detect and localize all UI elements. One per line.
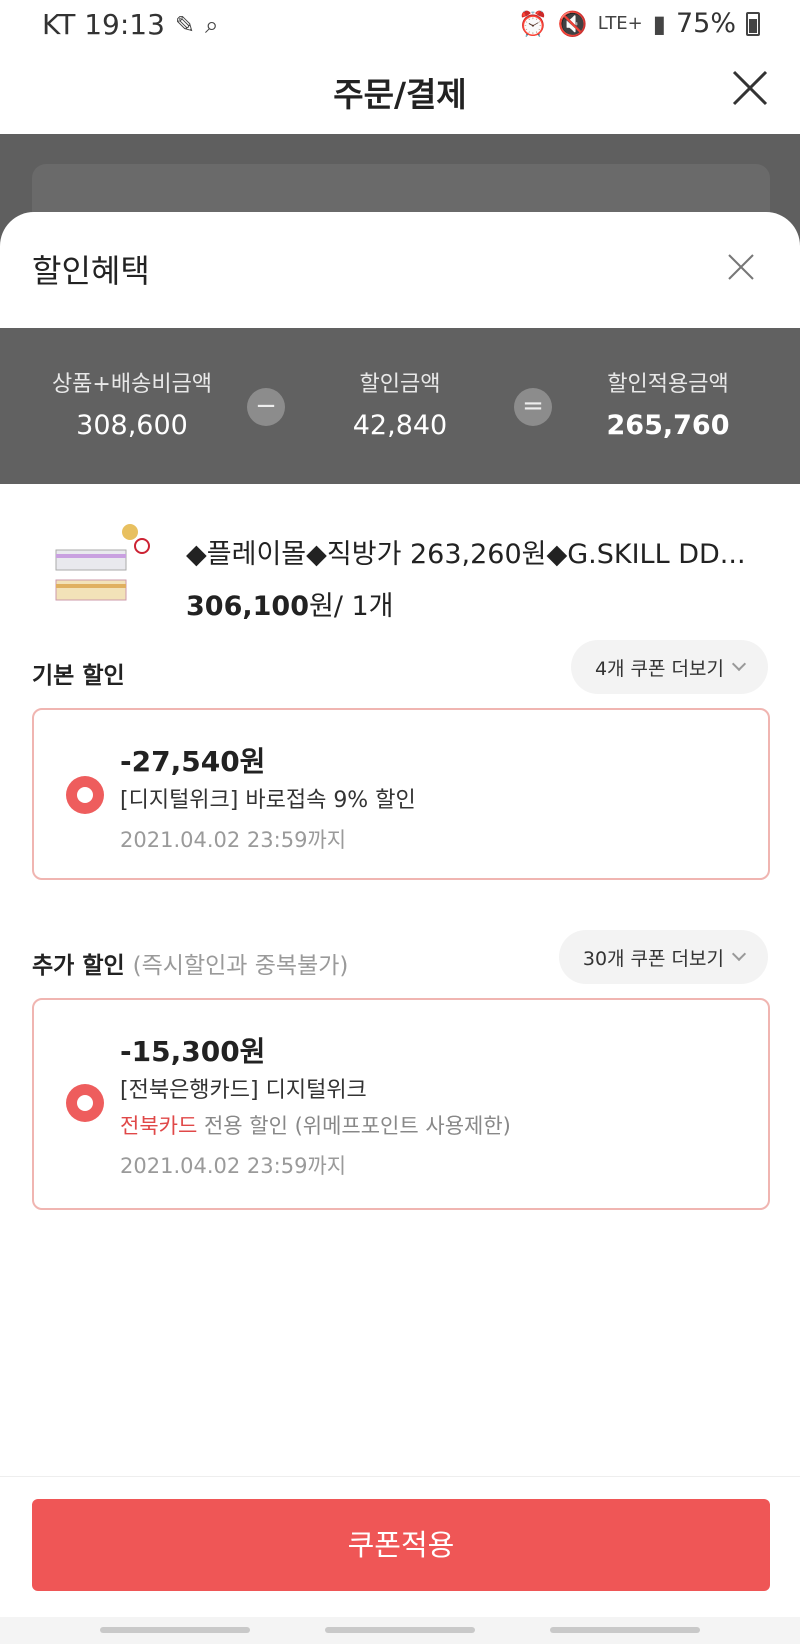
equals-icon: = [514, 388, 552, 426]
basic-coupon-amount: -27,540원 [120, 745, 266, 778]
chart-search-icon: ⌕ [205, 10, 219, 39]
product-price: 306,100원/ 1개 [186, 584, 394, 623]
summary-original: 상품+배송비금액 308,600 [42, 366, 222, 441]
extra-discount-note: (즉시할인과 중복불가) [132, 953, 349, 979]
chevron-down-icon [731, 946, 747, 962]
extra-coupon-sub: 전북카드 전용 할인 (위메프포인트 사용제한) [120, 1110, 511, 1140]
close-icon[interactable] [730, 68, 770, 108]
basic-discount-label: 기본 할인 [32, 663, 125, 689]
basic-more-label: 4개 쿠폰 더보기 [594, 657, 724, 680]
extra-coupon-sub-rest: 전용 할인 (위메프포인트 사용제한) [197, 1114, 511, 1138]
nav-back-icon[interactable] [550, 1627, 700, 1633]
extra-more-label: 30개 쿠폰 더보기 [582, 947, 724, 970]
discount-label: 할인금액 [359, 372, 441, 397]
price-summary: 상품+배송비금액 308,600 − 할인금액 42,840 = 할인적용금액 … [0, 328, 800, 484]
status-bar: KT 19:13 ✎ ⌕ ⏰ 🔇 LTE+ ▮ 75% [0, 0, 800, 50]
discount-value: 42,840 [352, 410, 448, 441]
extra-coupon-amount: -15,300원 [120, 1035, 266, 1068]
basic-coupon-card[interactable]: -27,540원 [디지털위크] 바로접속 9% 할인 2021.04.02 2… [32, 708, 770, 880]
extra-more-coupons-button[interactable]: 30개 쿠폰 더보기 [558, 930, 768, 984]
minus-icon: − [247, 388, 285, 426]
summary-final: 할인적용금액 265,760 [578, 366, 758, 441]
network-label: LTE+ [597, 13, 643, 34]
battery-percent: 75% [675, 8, 736, 39]
carrier-time: KT 19:13 [42, 8, 165, 41]
sheet-close-icon[interactable] [726, 252, 756, 282]
signal-icon: ▮ [652, 9, 666, 38]
basic-more-coupons-button[interactable]: 4개 쿠폰 더보기 [570, 640, 768, 694]
product-price-value: 306,100 [186, 591, 309, 622]
nav-home-icon[interactable] [325, 1627, 475, 1633]
page-header: 주문/결제 [0, 50, 800, 134]
radio-selected-icon[interactable] [66, 776, 104, 814]
system-nav-bar [0, 1617, 800, 1644]
sheet-title: 할인혜택 [32, 252, 150, 290]
status-bar-left: KT 19:13 ✎ ⌕ [42, 8, 218, 41]
product-row: ◆플레이몰◆직방가 263,260원◆G.SKILL DD... 306,100… [0, 508, 800, 648]
nav-recent-icon[interactable] [100, 1627, 250, 1633]
page-title: 주문/결제 [333, 75, 467, 114]
footer: 쿠폰적용 [0, 1476, 800, 1644]
battery-icon [746, 11, 760, 36]
final-value: 265,760 [606, 410, 730, 441]
product-image [55, 524, 150, 601]
mute-icon: 🔇 [557, 9, 588, 38]
alarm-icon: ⏰ [517, 9, 548, 38]
extra-discount-title: 추가 할인 [32, 953, 125, 979]
summary-discount: 할인금액 42,840 [310, 366, 490, 441]
original-value: 308,600 [76, 410, 188, 441]
basic-coupon-desc: [디지털위크] 바로접속 9% 할인 [120, 788, 416, 813]
extra-coupon-desc: [전북은행카드] 디지털위크 [120, 1078, 367, 1103]
original-label: 상품+배송비금액 [51, 372, 213, 397]
apply-coupon-button[interactable]: 쿠폰적용 [32, 1499, 770, 1591]
radio-selected-icon[interactable] [66, 1084, 104, 1122]
edit-icon: ✎ [174, 10, 195, 39]
final-label: 할인적용금액 [607, 372, 729, 397]
extra-coupon-card-name: 전북카드 [120, 1114, 198, 1138]
basic-coupon-date: 2021.04.02 23:59까지 [120, 828, 347, 852]
extra-discount-label: 추가 할인 (즉시할인과 중복불가) [32, 946, 348, 980]
discount-sheet: 할인혜택 상품+배송비금액 308,600 − 할인금액 42,840 = 할인… [0, 212, 800, 1644]
extra-coupon-card[interactable]: -15,300원 [전북은행카드] 디지털위크 전북카드 전용 할인 (위메프포… [32, 998, 770, 1210]
chevron-down-icon [731, 656, 747, 672]
product-price-unit: 원/ 1개 [308, 591, 394, 622]
extra-coupon-date: 2021.04.02 23:59까지 [120, 1154, 347, 1178]
status-bar-right: ⏰ 🔇 LTE+ ▮ 75% [518, 8, 760, 39]
product-name: ◆플레이몰◆직방가 263,260원◆G.SKILL DD... [186, 539, 746, 570]
